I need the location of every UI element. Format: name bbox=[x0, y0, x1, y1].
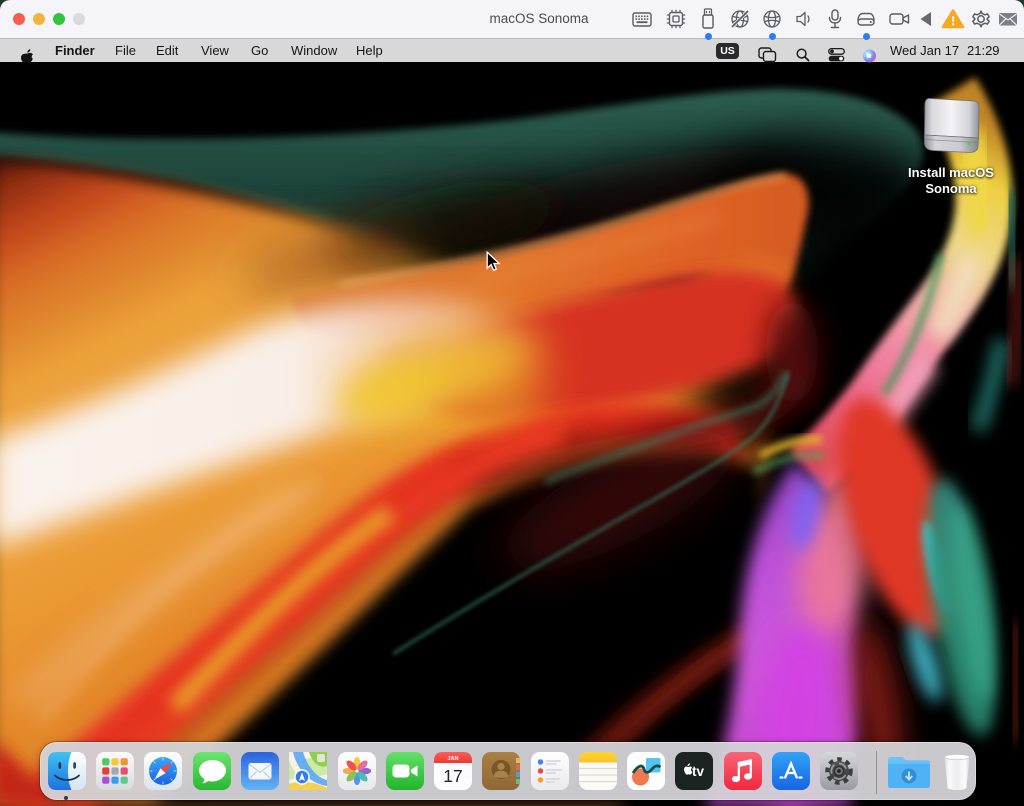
svg-text:tv: tv bbox=[692, 764, 704, 779]
svg-text:JAN: JAN bbox=[447, 756, 458, 762]
svg-text:17: 17 bbox=[443, 766, 462, 786]
